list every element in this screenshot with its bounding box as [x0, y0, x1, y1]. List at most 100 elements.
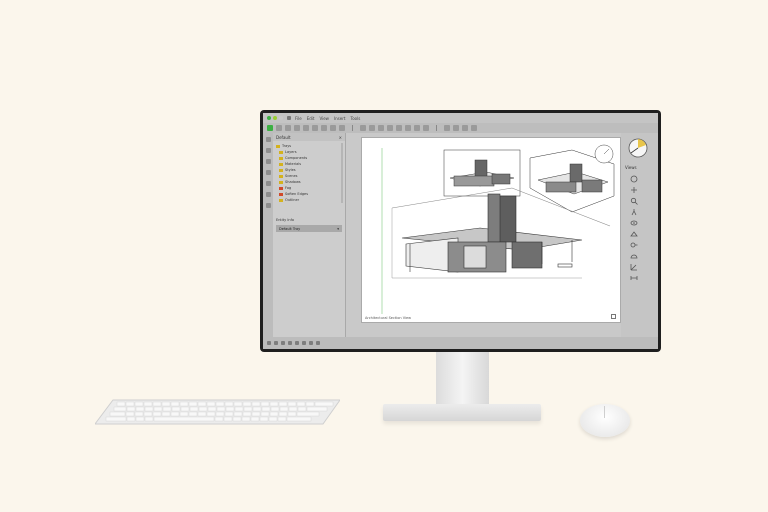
tray-select-value: Default Tray [279, 226, 301, 231]
zoom-extents-icon[interactable] [405, 125, 411, 131]
menu-edit[interactable]: Edit [307, 116, 315, 121]
tree-item-label: Trays [282, 144, 292, 148]
folder-icon [279, 150, 283, 154]
protractor-icon[interactable] [630, 252, 638, 260]
credits-icon[interactable] [274, 341, 278, 345]
line-tool-icon[interactable] [285, 125, 291, 131]
window-dot-3[interactable] [279, 116, 283, 120]
toolbar-separator [352, 125, 353, 131]
tree-item[interactable]: Outliner [276, 197, 342, 203]
follow-me-tool-icon[interactable] [265, 181, 271, 186]
measure-tool-icon[interactable] [265, 192, 271, 197]
menu-file[interactable]: File [295, 116, 302, 121]
axes-icon[interactable] [630, 263, 638, 271]
settings-icon[interactable] [316, 341, 320, 345]
dimension-icon[interactable] [630, 274, 638, 282]
viewport-label: Architectural Section View [365, 316, 412, 320]
tree-item-label: Components [285, 156, 308, 160]
window-dot-1[interactable] [267, 116, 271, 120]
tray-tree: Trays Layers Components Materials Styles… [273, 141, 345, 205]
tree-item-label: Styles [285, 168, 296, 172]
arrow-tool-icon[interactable] [265, 137, 271, 142]
tree-item-label: Scenes [285, 174, 298, 178]
tree-item-label: Layers [285, 150, 297, 154]
select-tool-icon[interactable] [267, 125, 273, 131]
tree-item-label: Materials [285, 162, 302, 166]
drawing-viewport[interactable]: Architectural Section View [361, 137, 621, 323]
folder-icon [276, 144, 280, 148]
view-icon-column [630, 175, 638, 282]
eraser-tool-icon[interactable] [276, 125, 282, 131]
right-view-icon[interactable] [471, 125, 477, 131]
move-tool-icon[interactable] [321, 125, 327, 131]
inset-view-1 [443, 149, 521, 197]
toolbar [263, 123, 658, 133]
measurements-icon[interactable] [302, 341, 306, 345]
mouse-seam [604, 406, 605, 418]
pencil-tool-icon[interactable] [265, 148, 271, 153]
shape-tool-icon[interactable] [265, 159, 271, 164]
scale-tool-icon[interactable] [339, 125, 345, 131]
tray-panel-header: Default × [273, 133, 345, 141]
rotate-tool-icon[interactable] [330, 125, 336, 131]
front-view-icon[interactable] [462, 125, 468, 131]
profile-icon[interactable] [281, 341, 285, 345]
offset-tool-icon[interactable] [360, 125, 366, 131]
look-around-icon[interactable] [630, 219, 638, 227]
tree-item-label: Soften Edges [285, 192, 309, 196]
resize-handle-icon[interactable] [611, 314, 616, 319]
geo-location-icon[interactable] [267, 341, 271, 345]
toolbar-separator-2 [436, 125, 437, 131]
units-icon[interactable] [309, 341, 313, 345]
tree-item-label: Shadows [285, 180, 301, 184]
entity-info-header[interactable]: Entity Info [273, 217, 345, 223]
app-icon [287, 116, 291, 120]
walk-icon[interactable] [630, 208, 638, 216]
instructor-icon[interactable] [295, 341, 299, 345]
rectangle-tool-icon[interactable] [294, 125, 300, 131]
tape-icon[interactable] [630, 241, 638, 249]
section-plane-tool-icon[interactable] [396, 125, 402, 131]
window-dot-2[interactable] [273, 116, 277, 120]
menu-tools[interactable]: Tools [350, 116, 360, 121]
window-controls [267, 116, 283, 120]
chevron-down-icon: ▾ [337, 226, 339, 231]
folder-icon [279, 162, 283, 166]
zoom-icon[interactable] [630, 197, 638, 205]
folder-icon [279, 186, 283, 190]
extension-icon[interactable] [423, 125, 429, 131]
camera-tool-icon[interactable] [387, 125, 393, 131]
status-bar [263, 337, 658, 349]
pan-icon[interactable] [630, 186, 638, 194]
circle-tool-icon[interactable] [303, 125, 309, 131]
compass-icon[interactable] [627, 137, 649, 159]
tray-panel: Default × Trays Layers Components Materi… [273, 133, 346, 337]
menu-insert[interactable]: Insert [334, 116, 345, 121]
views-label: Views [625, 165, 637, 170]
arc-tool-icon[interactable] [265, 170, 271, 175]
folder-icon [279, 156, 283, 160]
tray-select[interactable]: Default Tray ▾ [276, 225, 342, 232]
iso-view-icon[interactable] [444, 125, 450, 131]
monitor-stand-neck [436, 352, 489, 410]
keyboard [94, 398, 341, 426]
warehouse-icon[interactable] [414, 125, 420, 131]
folder-icon [279, 174, 283, 178]
menu-view[interactable]: View [319, 116, 329, 121]
text-tool-icon[interactable] [378, 125, 384, 131]
orbit-tool-icon[interactable] [265, 203, 271, 208]
tray-scrollbar[interactable] [341, 143, 343, 203]
left-tool-column [263, 133, 273, 337]
paint-tool-icon[interactable] [369, 125, 375, 131]
top-view-icon[interactable] [453, 125, 459, 131]
help-icon[interactable] [288, 341, 292, 345]
section-icon[interactable] [630, 230, 638, 238]
inset-view-2 [529, 144, 615, 213]
tray-panel-title: Default [276, 134, 291, 140]
push-pull-tool-icon[interactable] [312, 125, 318, 131]
orbit-icon[interactable] [630, 175, 638, 183]
mouse [580, 404, 630, 437]
monitor: File Edit View Insert Tools Default × Tr… [260, 110, 661, 352]
tree-item-label: Fog [285, 186, 292, 190]
close-icon[interactable]: × [339, 135, 342, 140]
